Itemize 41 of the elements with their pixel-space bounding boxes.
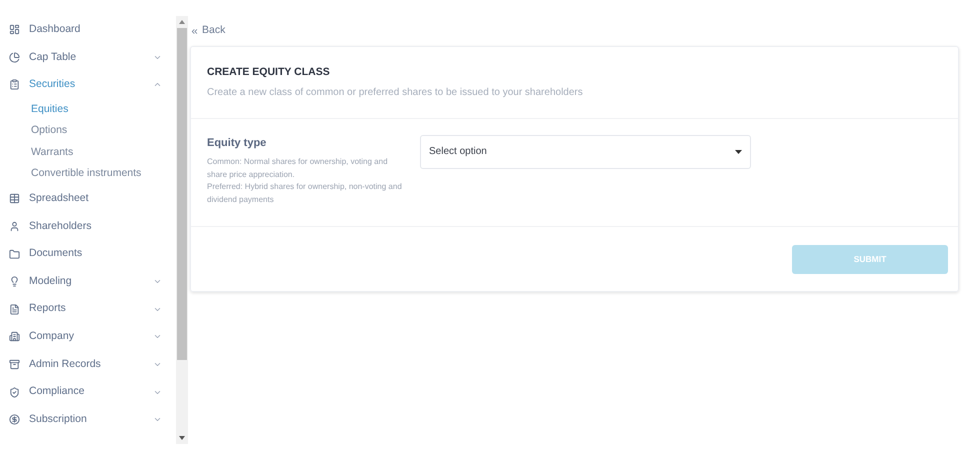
field-label: Equity type (207, 136, 268, 151)
sidebar-subitem[interactable]: Convertible instruments (0, 164, 176, 186)
sidebar-item[interactable]: Reports (0, 296, 176, 324)
clipboard-icon (9, 79, 20, 90)
back-link[interactable]: Back (190, 24, 960, 38)
sidebar-item[interactable]: Dashboard (0, 16, 176, 44)
sidebar-item[interactable]: Subscription (0, 406, 176, 434)
card-subtitle: Create a new class of common or preferred shares to be issued to your shareholders (207, 86, 584, 100)
scroll-up-icon[interactable] (179, 20, 185, 24)
sidebar-subitem[interactable]: Options (0, 120, 176, 142)
table-icon (9, 193, 20, 204)
shield-icon (9, 386, 20, 398)
sidebar-item[interactable]: Documents (0, 240, 176, 268)
scrollbar[interactable] (176, 16, 188, 444)
sidebar-item[interactable]: Shareholders (0, 212, 176, 240)
sidebar-item[interactable]: Company (0, 323, 176, 351)
pie-chart-icon (9, 52, 20, 63)
scroll-thumb[interactable] (177, 28, 187, 360)
sidebar-item[interactable]: Modeling (0, 268, 176, 296)
scroll-down-icon[interactable] (179, 436, 185, 440)
help-text: Preferred: Hybrid shares for ownership, non-voting and dividend payments (207, 181, 402, 206)
double-chevron-left-icon (190, 26, 199, 36)
building-icon (9, 331, 20, 342)
dashboard-icon (9, 24, 20, 36)
sidebar-item[interactable]: Spreadsheet (0, 185, 176, 213)
lightbulb-icon (9, 276, 20, 288)
sidebar-subitem[interactable]: Warrants (0, 142, 176, 164)
dropdown-caret-icon (735, 150, 742, 154)
folder-icon (9, 248, 20, 260)
help-text: Common: Normal shares for ownership, voting and share price appreciation. (207, 156, 389, 181)
card-title: CREATE EQUITY CLASS (207, 65, 331, 80)
sidebar-subitem[interactable]: Equities (0, 98, 176, 120)
sidebar-item[interactable]: Admin Records (0, 350, 176, 378)
sidebar-item[interactable]: Compliance (0, 378, 176, 406)
select-field[interactable]: Select option (420, 134, 751, 169)
sidebar-item[interactable]: Cap Table (0, 44, 176, 72)
dollar-icon (9, 414, 20, 426)
document-icon (9, 304, 20, 315)
archive-icon (9, 359, 20, 370)
person-icon (9, 221, 20, 232)
sidebar-item[interactable]: Securities (0, 71, 176, 99)
